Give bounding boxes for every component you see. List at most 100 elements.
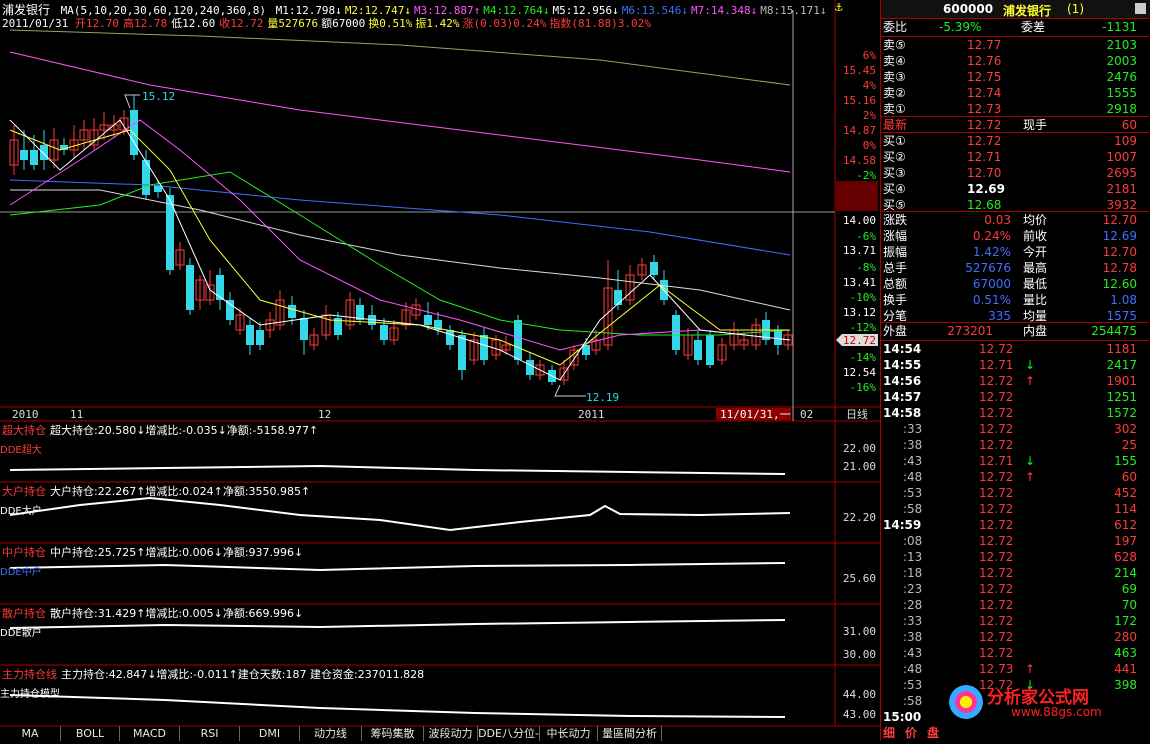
tick-time: :13 [903, 550, 923, 564]
weicha-label: 委差 [1021, 20, 1046, 34]
outer-value: 273201 [947, 324, 993, 338]
tick-time: :53 [903, 678, 923, 692]
bid-row: 买③ 12.70 2695 [881, 165, 1143, 181]
stat-label: 今开 [1023, 245, 1048, 259]
indicator-tab[interactable]: BOLL [61, 726, 120, 741]
subchart-tab[interactable]: 中户持仓 [2, 546, 46, 559]
tick-arrow: ↑ [1025, 662, 1036, 676]
tick-volume: 1572 [1106, 406, 1137, 420]
panel-tab[interactable]: 价 [905, 726, 925, 741]
stat-row: 换手 0.51% 量比 1.08 [881, 292, 1143, 308]
tick-volume: 1901 [1106, 374, 1137, 388]
tick-row: :13 12.72 628 [881, 549, 1143, 565]
stat-label: 量比 [1023, 293, 1048, 307]
stat-row: 总手 527676 最高 12.78 [881, 260, 1143, 276]
quote-change: 涨(0.03)0.24% [462, 17, 547, 30]
price-axis-label: -2% [856, 169, 876, 182]
price-axis-label: 15.45 [843, 64, 876, 77]
tick-row: :58 12.72 114 [881, 501, 1143, 517]
tick-price: 12.72 [979, 582, 1014, 596]
tick-row: 14:55 12.71 ↓ 2417 [881, 357, 1143, 373]
ask-price: 12.75 [967, 70, 1002, 84]
price-axis-label: -14% [850, 351, 877, 364]
indicator-tab[interactable]: 动力线 [300, 726, 362, 741]
price-axis-label: -6% [856, 230, 876, 243]
subchart-tab[interactable]: 大户持仓 [2, 485, 46, 498]
stat-row: 总额 67000 最低 12.60 [881, 276, 1143, 292]
quote-high: 高12.78 [122, 17, 168, 30]
tick-volume: 1251 [1106, 390, 1137, 404]
stat-label: 涨跌 [883, 213, 908, 227]
tick-time: :58 [903, 694, 923, 708]
stat-value: 1.42% [972, 245, 1011, 259]
tick-volume: 197 [1114, 534, 1137, 548]
tick-volume: 60 [1121, 470, 1137, 484]
ask-volume: 2918 [1106, 102, 1137, 116]
price-axis-label: -12% [850, 321, 877, 334]
tick-price: 12.72 [979, 518, 1014, 532]
panel-tab[interactable]: 细 [883, 726, 903, 741]
bid-label: 买④ [883, 182, 906, 196]
subchart-header: 主力持仓线 主力持仓:42.847↓增减比:-0.011↑建仓天数:187 建仓资… [2, 666, 424, 682]
subchart-legend: DDE大户 [0, 506, 42, 517]
tick-time: :28 [903, 598, 923, 612]
indicator-tab[interactable]: 筹码集散 [362, 726, 424, 741]
quote-date: 2011/01/31 [2, 17, 69, 30]
indicator-tab[interactable]: 波段动力 [424, 726, 478, 741]
panel-tab[interactable]: 盘 [927, 726, 947, 741]
quote-volume: 量527676 [267, 17, 319, 30]
tick-row: :08 12.72 197 [881, 533, 1143, 549]
indicator-tab[interactable]: 中长动力 [540, 726, 598, 741]
tick-time: :18 [903, 566, 923, 580]
subchart-tab[interactable]: 主力持仓线 [2, 668, 57, 681]
subchart-tab[interactable]: 超大持仓 [2, 424, 46, 437]
tick-volume: 280 [1114, 630, 1137, 644]
bid-row: 买① 12.72 109 [881, 133, 1143, 149]
tick-time: 14:54 [883, 342, 922, 356]
tick-row: :28 12.72 70 [881, 597, 1143, 613]
price-axis-label: -8% [856, 261, 876, 274]
expand-icon[interactable] [1135, 3, 1146, 14]
indicator-tab[interactable]: DMI [240, 726, 300, 741]
tick-price: 12.72 [979, 438, 1014, 452]
tick-row: 14:59 12.72 612 [881, 517, 1143, 533]
ask-volume: 2003 [1106, 54, 1137, 68]
price-axis-label: 15.16 [843, 94, 876, 107]
subchart-legend: DDE中户 [0, 567, 42, 578]
weibi-label: 委比 [883, 20, 908, 34]
outer-inner-row: 外盘 273201 内盘 254475 [881, 323, 1143, 339]
price-axis-label: 0% [863, 139, 877, 152]
indicator-tab[interactable]: RSI [180, 726, 240, 741]
anchor-icon[interactable]: ⚓ [835, 0, 843, 15]
subchart-stat: 大户持仓:22.267↑增减比:0.024↑净额:3550.985↑ [50, 485, 311, 498]
ma-value-8: M8:15.171↓ [760, 4, 827, 17]
tick-time: :23 [903, 582, 923, 596]
tick-row: 14:57 12.72 1251 [881, 389, 1143, 405]
time-axis-label: 11/01/31,一 [720, 408, 791, 421]
quote-amplitude: 振1.42% [415, 17, 460, 30]
weibi-value: -5.39% [939, 20, 982, 34]
chart-canvas[interactable]: 6%15.454%15.162%14.870%14.58-2%(2631)13.… [0, 0, 880, 741]
quote-low: 低12.60 [171, 17, 216, 30]
stat-value: 12.78 [1102, 261, 1137, 275]
indicator-tab[interactable]: MACD [120, 726, 180, 741]
tick-row: :33 12.72 172 [881, 613, 1143, 629]
ask-label: 卖④ [883, 54, 906, 68]
indicator-tab[interactable]: 量區間分析 [598, 726, 662, 741]
time-axis-label: 11 [70, 408, 83, 421]
tick-row: :38 12.72 25 [881, 437, 1143, 453]
bid-volume: 2181 [1106, 182, 1137, 196]
stat-label: 总手 [883, 261, 908, 275]
tick-time: :43 [903, 454, 923, 468]
indicator-tab[interactable]: DDE八分位- [478, 726, 540, 741]
tick-price: 12.71 [979, 454, 1014, 468]
stat-label: 最高 [1023, 261, 1048, 275]
time-axis-label: 2010 [12, 408, 39, 421]
tick-row: :18 12.72 214 [881, 565, 1143, 581]
indicator-tab[interactable]: MA [0, 726, 61, 741]
subchart-tab[interactable]: 散户持仓 [2, 607, 46, 620]
last-price: 12.72 [967, 118, 1002, 132]
tick-volume: 69 [1121, 582, 1137, 596]
stat-value: 0.03 [984, 213, 1011, 227]
kline-chart-area[interactable]: 6%15.454%15.162%14.870%14.58-2%(2631)13.… [0, 0, 880, 741]
